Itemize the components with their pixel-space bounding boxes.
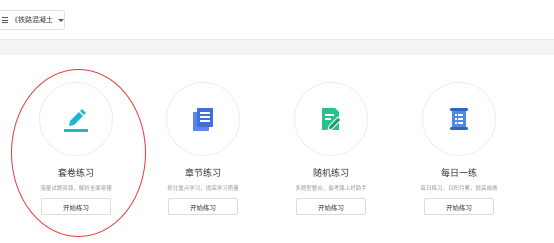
card-title: 套卷练习 <box>57 169 94 179</box>
card-description: 每日练习，日积月累，提高成绩 <box>420 186 498 192</box>
card-icon-circle <box>166 82 240 156</box>
card-title: 章节练习 <box>184 169 221 179</box>
start-practice-button[interactable]: 开始练习 <box>424 198 494 215</box>
card-daily-practice: 每日一练 每日练习，日积月累，提高成绩 开始练习 <box>404 82 514 215</box>
edit-pen-icon <box>64 109 88 132</box>
course-select[interactable]: 《铁路混凝土 <box>0 10 65 30</box>
card-title: 随机练习 <box>312 169 349 179</box>
card-icon-circle <box>422 82 496 156</box>
card-chapter-practice: 章节练习 抓住重点学习，提高学习质量 开始练习 <box>148 82 258 215</box>
card-description: 海量试题资源，解析全面易懂 <box>40 186 112 192</box>
top-bar: 《铁路混凝土 <box>0 0 554 40</box>
card-icon-circle <box>39 82 113 156</box>
card-paper-practice: 套卷练习 海量试题资源，解析全面易懂 开始练习 <box>21 82 131 215</box>
start-practice-button[interactable]: 开始练习 <box>296 198 366 215</box>
course-select-label: 《铁路混凝土 <box>11 16 53 24</box>
card-random-practice: 随机练习 多题型整合，备考路上好助手 开始练习 <box>276 82 386 215</box>
card-description: 多题型整合，备考路上好助手 <box>295 186 367 192</box>
card-title: 每日一练 <box>440 169 477 179</box>
book-icon <box>193 108 213 131</box>
edit-document-icon <box>322 108 342 131</box>
start-practice-button[interactable]: 开始练习 <box>41 198 111 215</box>
card-description: 抓住重点学习，提高学习质量 <box>167 186 239 192</box>
start-practice-button[interactable]: 开始练习 <box>168 198 238 215</box>
scroll-list-icon <box>450 108 468 130</box>
card-icon-circle <box>294 82 368 156</box>
chevron-down-icon <box>58 18 64 22</box>
menu-icon <box>2 17 8 23</box>
practice-panel: 套卷练习 海量试题资源，解析全面易懂 开始练习 章节练习 抓住重点学习，提高学习… <box>0 55 554 243</box>
